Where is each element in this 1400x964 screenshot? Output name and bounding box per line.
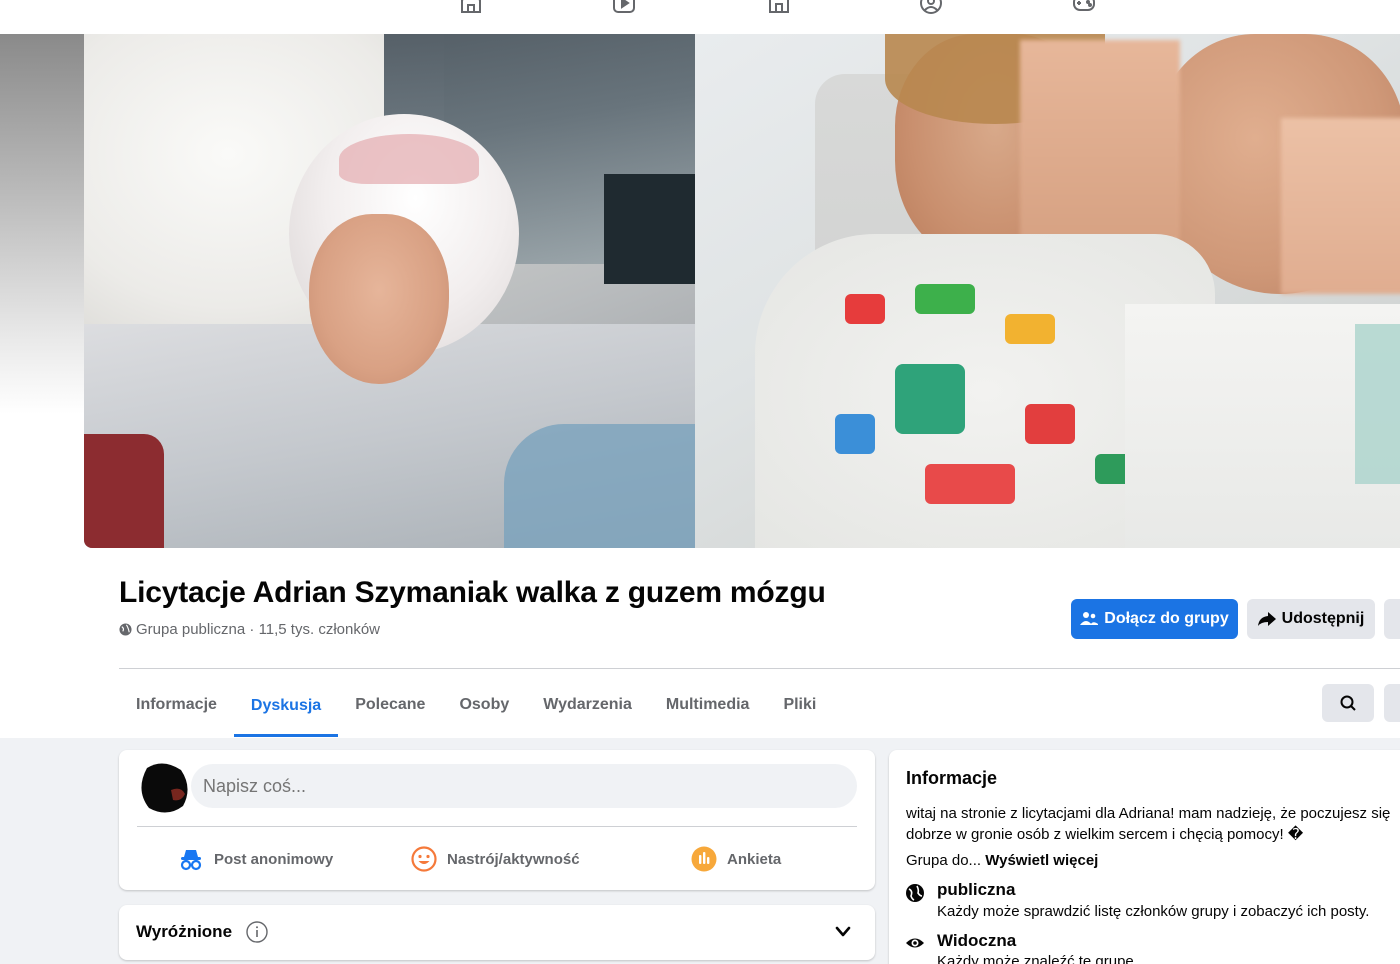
about-more: Grupa do... Wyświetl więcej [906, 852, 1098, 869]
tab-informacje[interactable]: Informacje [119, 674, 234, 736]
composer-divider [137, 826, 857, 827]
feeling-icon [411, 846, 437, 872]
globe-icon [119, 623, 132, 636]
feeling-activity-button[interactable]: Nastrój/aktywność [411, 842, 580, 876]
group-tabs: Informacje Dyskusja Polecane Osoby Wydar… [119, 674, 833, 738]
feeling-activity-label: Nastrój/aktywność [447, 850, 580, 868]
share-label: Udostępnij [1281, 610, 1365, 627]
tab-dyskusja[interactable]: Dyskusja [233, 674, 339, 737]
about-description: witaj na stronie z licytacjami dla Adria… [906, 805, 1391, 843]
tab-polecane[interactable]: Polecane [338, 674, 442, 736]
about-more-prefix: Grupa do... [906, 852, 986, 869]
anonymous-icon [180, 850, 202, 871]
tab-wydarzenia[interactable]: Wydarzenia [526, 674, 649, 736]
header-divider [119, 668, 1400, 669]
visibility-title: Widoczna [937, 931, 1017, 950]
anonymous-post-label: Post anonimowy [214, 850, 334, 868]
globe-icon [906, 884, 924, 902]
more-tabs-button[interactable] [1384, 684, 1400, 722]
cover-edge-shadow [0, 34, 84, 414]
chevron-down-icon[interactable] [832, 922, 854, 942]
poll-label: Ankieta [727, 850, 782, 868]
cover-photo-left [84, 34, 695, 548]
featured-section[interactable] [119, 905, 875, 960]
more-options-button[interactable] [1384, 599, 1400, 639]
privacy-subtitle: Każdy może sprawdzić listę członków grup… [937, 903, 1370, 920]
join-group-button[interactable]: Dołącz do grupy [1071, 599, 1238, 639]
anonymous-post-button[interactable]: Post anonimowy [178, 842, 333, 876]
top-navigation-bar [0, 0, 1400, 34]
info-icon[interactable] [246, 921, 268, 943]
search-icon [1340, 695, 1356, 711]
tab-osoby[interactable]: Osoby [442, 674, 526, 736]
about-title: Informacje [906, 768, 998, 788]
tab-multimedia[interactable]: Multimedia [649, 674, 767, 736]
poll-icon [691, 846, 717, 872]
share-icon [1257, 612, 1276, 626]
group-meta: Grupa publiczna · 11,5 tys. członków [119, 621, 380, 638]
gaming-icon[interactable] [1072, 0, 1096, 14]
post-input[interactable] [191, 764, 857, 808]
home-icon[interactable] [459, 0, 483, 14]
privacy-title: publiczna [937, 880, 1016, 899]
tab-pliki[interactable]: Pliki [766, 674, 833, 736]
avatar[interactable] [137, 760, 191, 814]
group-title[interactable]: Licytacje Adrian Szymaniak walka z guzem… [119, 576, 826, 610]
see-more-link[interactable]: Wyświetl więcej [985, 852, 1098, 869]
marketplace-icon[interactable] [767, 0, 791, 14]
search-button[interactable] [1322, 684, 1374, 722]
groups-icon[interactable] [919, 0, 943, 14]
cover-photo[interactable] [84, 34, 1400, 548]
featured-title: Wyróżnione [136, 922, 233, 941]
poll-button[interactable]: Ankieta [691, 842, 781, 876]
share-button[interactable]: Udostępnij [1247, 599, 1375, 639]
video-icon[interactable] [612, 0, 636, 14]
join-group-label: Dołącz do grupy [1104, 610, 1229, 627]
eye-icon [906, 938, 924, 948]
cover-photo-right [695, 34, 1400, 548]
group-meta-text: Grupa publiczna · 11,5 tys. członków [136, 621, 381, 638]
visibility-subtitle: Każdy może znaleźć tę grupę. [937, 953, 1138, 964]
people-add-icon [1080, 612, 1099, 625]
